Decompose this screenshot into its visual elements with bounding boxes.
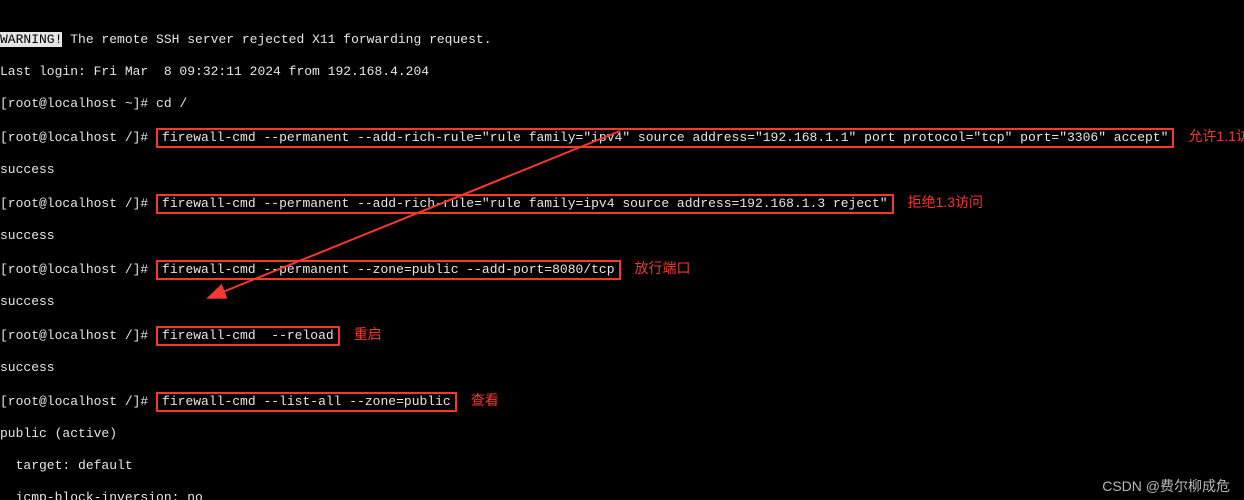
prompt: [root@localhost /]#	[0, 262, 148, 277]
cmd-rule2: firewall-cmd --permanent --add-rich-rule…	[162, 196, 888, 211]
cmd-listall: firewall-cmd --list-all --zone=public	[162, 394, 451, 409]
cmd-addport-line: [root@localhost /]# firewall-cmd --perma…	[0, 260, 1244, 278]
cmd-listall-box: firewall-cmd --list-all --zone=public	[156, 392, 457, 412]
annot-restart: 重启	[354, 326, 382, 342]
cmd-rule1-box: firewall-cmd --permanent --add-rich-rule…	[156, 128, 1174, 148]
cmd-reload-box: firewall-cmd --reload	[156, 326, 340, 346]
out-target: target: default	[0, 458, 1244, 474]
annot-reject: 拒绝1.3访问	[908, 194, 983, 210]
annot-openport: 放行端口	[635, 260, 691, 276]
result-success-3: success	[0, 294, 1244, 310]
annot-view: 查看	[471, 392, 499, 408]
prompt: [root@localhost /]#	[0, 394, 148, 409]
terminal-window[interactable]: WARNING! The remote SSH server rejected …	[0, 0, 1244, 500]
warning-line: WARNING! The remote SSH server rejected …	[0, 32, 1244, 48]
cmd-cd: [root@localhost ~]# cd /	[0, 96, 1244, 112]
cmd-reload-line: [root@localhost /]# firewall-cmd --reloa…	[0, 326, 1244, 344]
cmd-rule2-line: [root@localhost /]# firewall-cmd --perma…	[0, 194, 1244, 212]
prompt-home: [root@localhost ~]#	[0, 96, 148, 111]
cmd-addport-box: firewall-cmd --permanent --zone=public -…	[156, 260, 620, 280]
result-success-2: success	[0, 228, 1244, 244]
prompt: [root@localhost /]#	[0, 328, 148, 343]
annot-allow: 允许1.1访问	[1188, 128, 1244, 144]
cmd-reload: firewall-cmd --reload	[162, 328, 334, 343]
prompt: [root@localhost /]#	[0, 130, 148, 145]
cmd-rule2-box: firewall-cmd --permanent --add-rich-rule…	[156, 194, 894, 214]
cmd-rule1: firewall-cmd --permanent --add-rich-rule…	[162, 130, 1168, 145]
prompt: [root@localhost /]#	[0, 196, 148, 211]
warning-text: The remote SSH server rejected X11 forwa…	[62, 32, 491, 47]
out-header: public (active)	[0, 426, 1244, 442]
out-icmpinv: icmp-block-inversion: no	[0, 490, 1244, 500]
cmd-cd-text: cd /	[156, 96, 187, 111]
last-login: Last login: Fri Mar 8 09:32:11 2024 from…	[0, 64, 1244, 80]
cmd-addport: firewall-cmd --permanent --zone=public -…	[162, 262, 614, 277]
cmd-rule1-line: [root@localhost /]# firewall-cmd --perma…	[0, 128, 1244, 146]
cmd-listall-line: [root@localhost /]# firewall-cmd --list-…	[0, 392, 1244, 410]
result-success-1: success	[0, 162, 1244, 178]
result-success-4: success	[0, 360, 1244, 376]
watermark: CSDN @费尔柳成危	[1102, 478, 1230, 494]
warning-badge: WARNING!	[0, 32, 62, 47]
